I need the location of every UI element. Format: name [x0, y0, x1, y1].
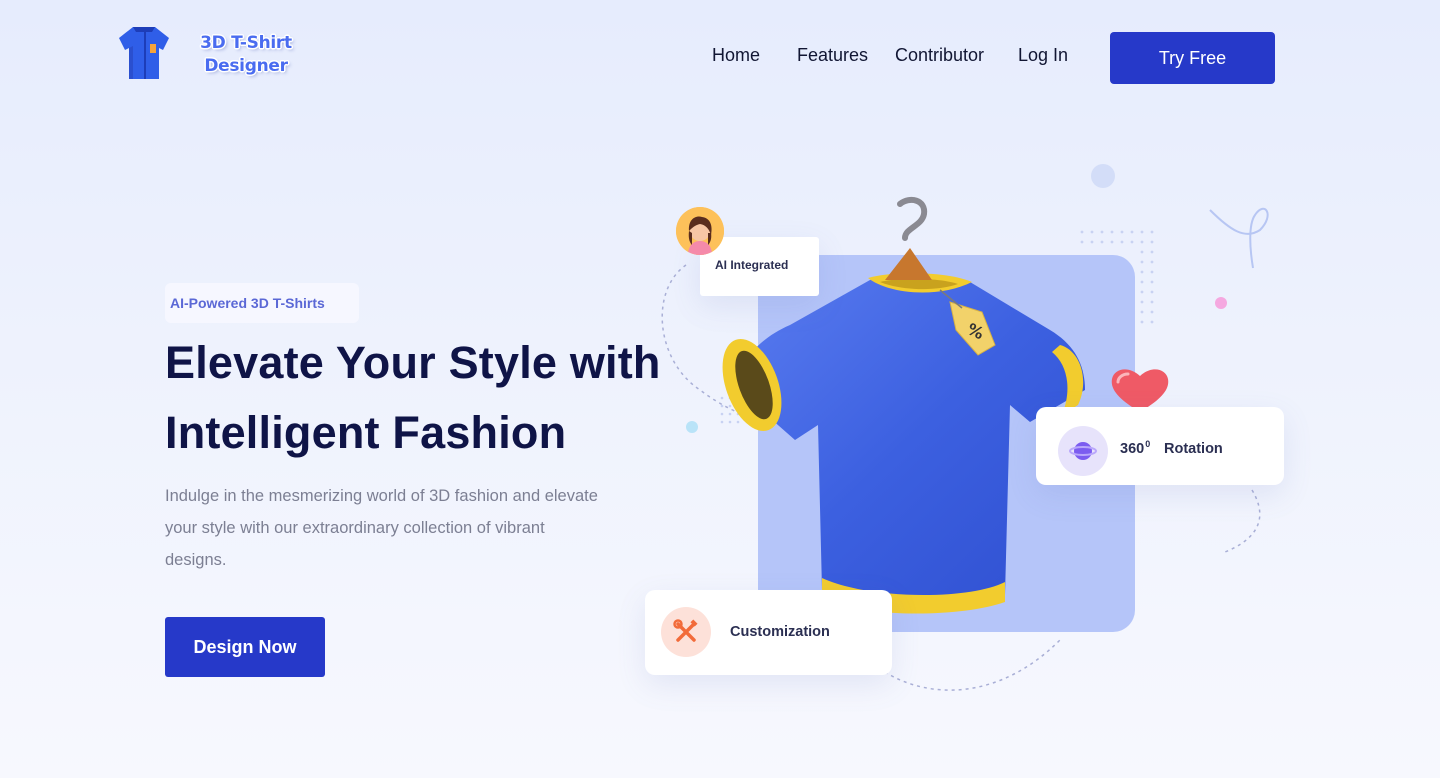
try-free-button[interactable]: Try Free — [1110, 32, 1275, 84]
rotation-icon — [1058, 426, 1108, 476]
nav-home[interactable]: Home — [712, 45, 760, 66]
hero-description: Indulge in the mesmerizing world of 3D f… — [165, 487, 598, 569]
brand-logo[interactable]: 3D T-Shirt Designer — [117, 24, 292, 82]
ai-integrated-label: AI Integrated — [715, 258, 789, 272]
nav-features[interactable]: Features — [797, 45, 868, 66]
customization-card: Customization — [645, 590, 892, 675]
headline-line-1: Elevate Your Style with — [165, 337, 661, 388]
customization-label: Customization — [730, 624, 830, 640]
hanger-icon — [897, 196, 928, 241]
design-now-button[interactable]: Design Now — [165, 617, 325, 677]
tools-icon — [661, 607, 711, 657]
nav-contributor[interactable]: Contributor — [895, 45, 984, 66]
headline-line-2: Intelligent Fashion — [165, 407, 567, 458]
tshirt-logo-icon — [119, 27, 169, 79]
avatar-icon — [676, 207, 724, 255]
nav-login[interactable]: Log In — [1018, 45, 1068, 66]
hero-headline: Elevate Your Style with Intelligent Fash… — [165, 328, 705, 468]
rotation-value: 3600 — [1120, 439, 1151, 457]
rotation-label: Rotation — [1164, 441, 1223, 457]
rotation-card: 3600 Rotation — [1036, 407, 1284, 485]
brand-name: 3D T-Shirt Designer — [200, 33, 292, 76]
hero-badge: AI-Powered 3D T-Shirts — [165, 283, 359, 323]
